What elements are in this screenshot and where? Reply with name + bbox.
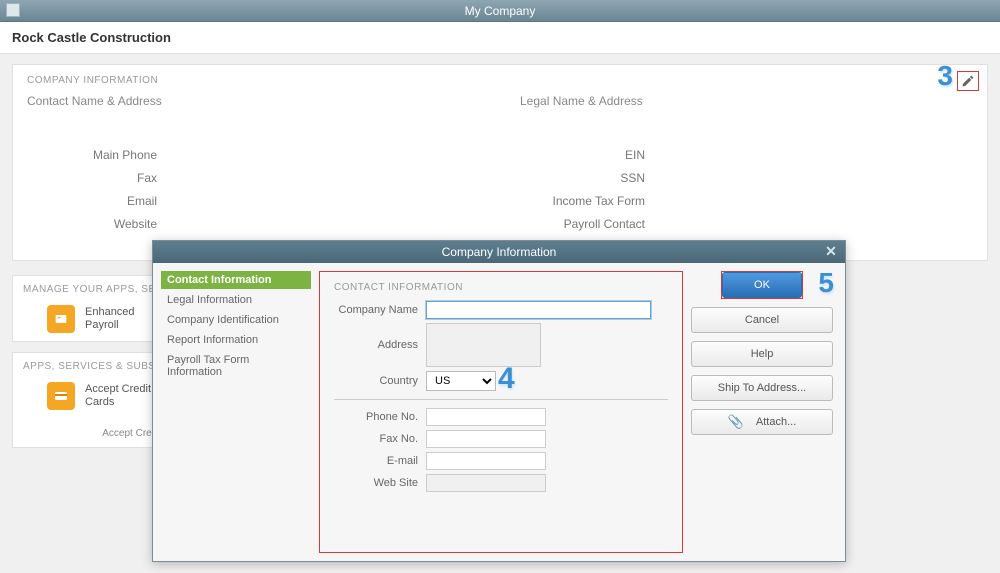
form-section-header: CONTACT INFORMATION [334,282,668,293]
edit-company-info-button[interactable] [957,71,979,91]
company-name-header: Rock Castle Construction [0,22,1000,54]
label-website: Web Site [334,477,426,489]
row-website: Web Site [334,474,668,492]
cancel-button[interactable]: Cancel [691,307,833,333]
window-title: My Company [465,4,536,18]
company-info-panel: COMPANY INFORMATION 3 Contact Name & Add… [12,64,988,261]
input-website[interactable] [426,474,546,492]
company-name: Rock Castle Construction [12,30,171,45]
field-main-phone: Main Phone [27,148,480,162]
dialog-title: Company Information [442,245,557,259]
contact-info-column: Contact Name & Address Main Phone Fax Em… [27,94,480,240]
label-country: Country [334,375,426,387]
sidebar-item-contact-information[interactable]: Contact Information [161,271,311,289]
ok-button-highlight: OK 5 [721,271,803,299]
label-company-name: Company Name [334,304,426,316]
row-address: Address [334,323,668,367]
sidebar-item-report-information[interactable]: Report Information [161,331,311,349]
annotation-4: 4 [498,362,515,396]
help-button[interactable]: Help [691,341,833,367]
sidebar-item-legal-information[interactable]: Legal Information [161,291,311,309]
legal-info-column: Legal Name & Address EIN SSN Income Tax … [520,94,973,240]
input-fax[interactable] [426,430,546,448]
ship-to-address-button[interactable]: Ship To Address... [691,375,833,401]
dialog-close-button[interactable]: ✕ [823,243,839,259]
field-ssn: SSN [520,171,973,185]
field-payroll-contact: Payroll Contact [520,217,973,231]
field-income-tax-form: Income Tax Form [520,194,973,208]
form-divider [334,399,668,400]
dialog-buttons-column: OK 5 Cancel Help Ship To Address... 📎 At… [691,271,837,553]
input-address[interactable] [426,323,541,367]
annotation-3: 3 [937,60,953,92]
window-titlebar: My Company [0,0,1000,22]
label-email: E-mail [334,455,426,467]
sidebar-item-company-identification[interactable]: Company Identification [161,311,311,329]
field-website: Website [27,217,480,231]
input-company-name[interactable] [426,301,651,319]
dialog-form-area: CONTACT INFORMATION Company Name Address… [319,271,683,553]
field-fax: Fax [27,171,480,185]
field-email: Email [27,194,480,208]
company-info-header: COMPANY INFORMATION [27,75,973,86]
row-email: E-mail [334,452,668,470]
annotation-5: 5 [818,267,834,299]
payroll-icon [47,305,75,333]
dialog-body: Contact Information Legal Information Co… [153,263,845,561]
paperclip-icon: 📎 [728,414,744,430]
sidebar-item-payroll-tax-form[interactable]: Payroll Tax Form Information [161,351,311,381]
row-phone: Phone No. [334,408,668,426]
window-icon [6,3,20,17]
dialog-sidebar: Contact Information Legal Information Co… [161,271,311,553]
ok-button[interactable]: OK [722,272,802,298]
credit-card-icon [47,382,75,410]
pencil-icon [961,74,975,88]
label-fax: Fax No. [334,433,426,445]
input-phone[interactable] [426,408,546,426]
row-fax: Fax No. [334,430,668,448]
info-columns: Contact Name & Address Main Phone Fax Em… [27,94,973,240]
select-country[interactable]: US [426,371,496,391]
dialog-titlebar: Company Information ✕ [153,241,845,263]
input-email[interactable] [426,452,546,470]
row-company-name: Company Name [334,301,668,319]
company-information-dialog: Company Information ✕ Contact Informatio… [152,240,846,562]
contact-column-header: Contact Name & Address [27,94,480,108]
field-ein: EIN [520,148,973,162]
attach-button[interactable]: 📎 Attach... [691,409,833,435]
label-address: Address [334,339,426,351]
legal-column-header: Legal Name & Address [520,94,973,108]
label-phone: Phone No. [334,411,426,423]
